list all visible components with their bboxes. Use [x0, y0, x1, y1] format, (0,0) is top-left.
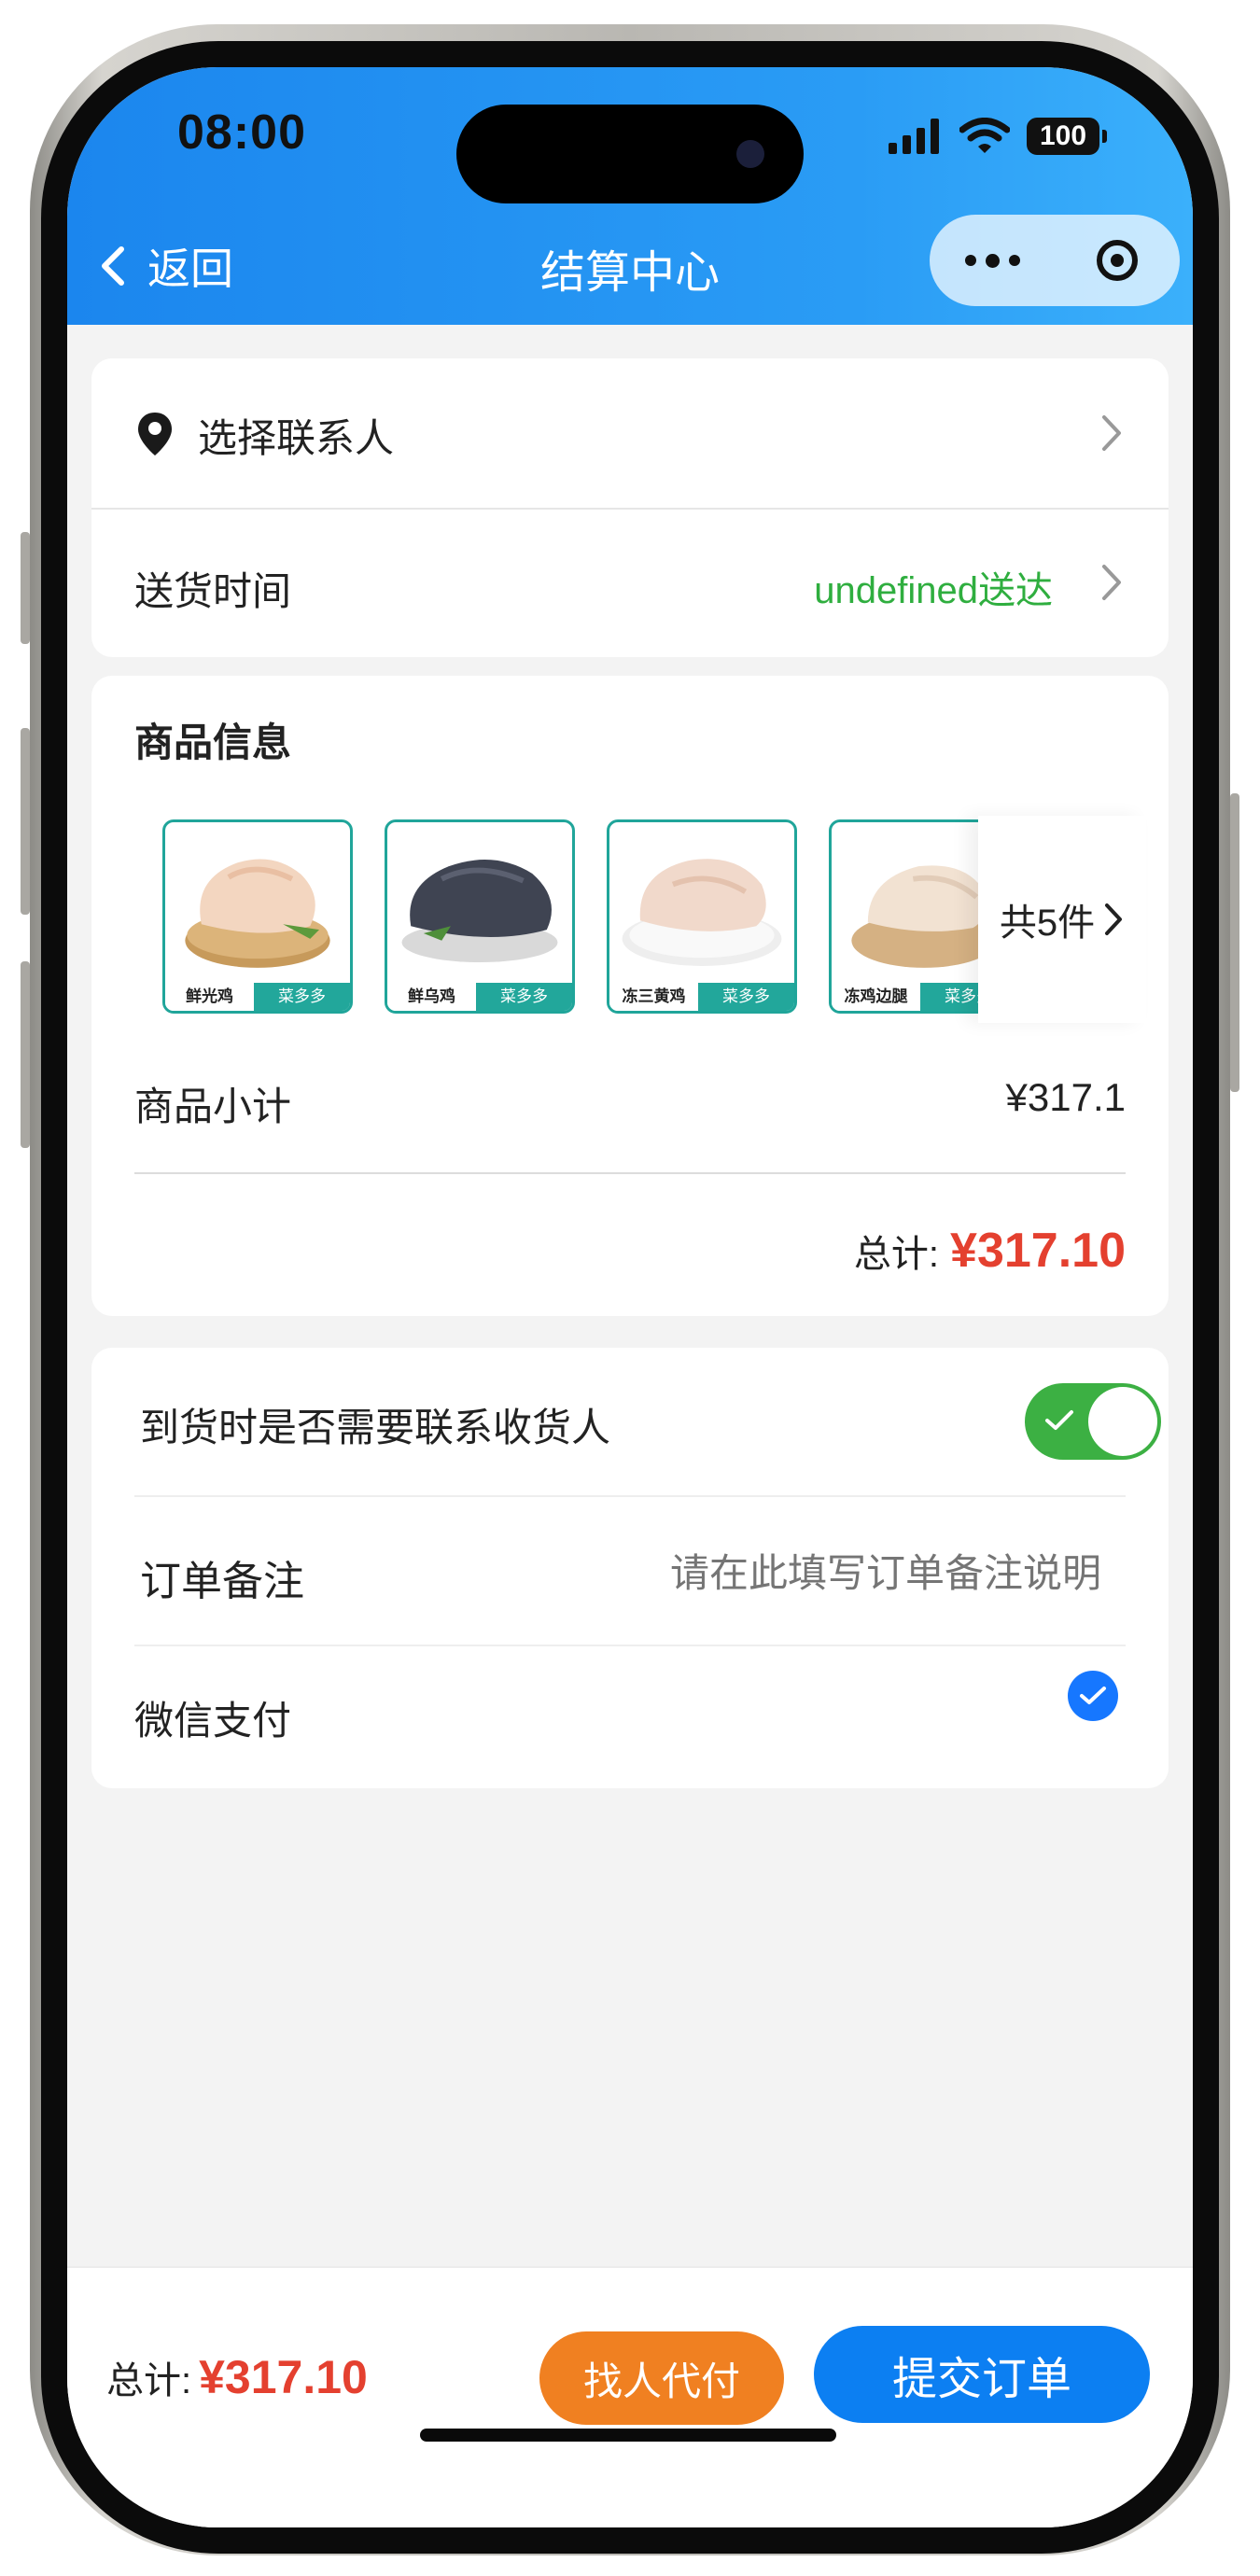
- product-image: [401, 860, 558, 963]
- toggle-knob: [1088, 1387, 1157, 1456]
- products-card: 商品信息 鲜光鸡 菜多多 鲜乌鸡 菜多多 冻三黄鸡 菜多多 冻鸡边腿 菜多多 共…: [91, 676, 1169, 1316]
- product-thumb[interactable]: 鲜乌鸡 菜多多: [385, 819, 575, 1014]
- divider: [134, 1172, 1126, 1174]
- product-image: [622, 859, 782, 966]
- order-total: 总计: ¥317.10: [854, 1223, 1126, 1279]
- volume-down-button: [21, 961, 30, 1148]
- product-name: 鲜光鸡: [165, 983, 255, 1011]
- divider: [134, 1495, 1126, 1497]
- wechat-pay-option[interactable]: 微信支付: [91, 1646, 1169, 1786]
- products-title: 商品信息: [134, 721, 292, 764]
- miniprogram-capsule: [930, 215, 1180, 306]
- footer-total-label: 总计:: [106, 2360, 192, 2401]
- location-pin-icon: [138, 413, 172, 455]
- contact-on-arrival-label: 到货时是否需要联系收货人: [140, 1406, 611, 1449]
- mute-switch: [21, 532, 30, 644]
- delivery-time-row[interactable]: 送货时间 undefined送达: [91, 510, 1169, 657]
- chevron-right-icon: [1105, 903, 1123, 935]
- product-brand: 菜多多: [698, 983, 794, 1011]
- product-label-strip: 鲜光鸡 菜多多: [165, 983, 350, 1011]
- delivery-time-label: 送货时间: [134, 569, 292, 613]
- select-contact-row[interactable]: 选择联系人: [91, 358, 1169, 508]
- wifi-icon: [959, 118, 1010, 153]
- product-label-strip: 冻三黄鸡 菜多多: [609, 983, 794, 1011]
- product-thumb[interactable]: 鲜光鸡 菜多多: [162, 819, 353, 1014]
- chevron-right-icon: [1102, 415, 1121, 451]
- home-indicator[interactable]: [420, 2429, 836, 2442]
- subtotal-value: ¥317.1: [1005, 1075, 1126, 1119]
- chevron-right-icon: [1102, 565, 1121, 600]
- product-brand: 菜多多: [254, 983, 350, 1011]
- volume-up-button: [21, 728, 30, 915]
- status-icons: 100: [889, 108, 1107, 164]
- product-thumb[interactable]: 冻三黄鸡 菜多多: [607, 819, 797, 1014]
- product-image: [185, 859, 330, 968]
- check-icon: [1045, 1410, 1073, 1430]
- signal-icon: [889, 119, 939, 154]
- order-remark-input[interactable]: [614, 1531, 1103, 1617]
- product-label-strip: 鲜乌鸡 菜多多: [387, 983, 572, 1011]
- close-miniprogram-icon: [1097, 240, 1138, 281]
- camera-icon: [736, 140, 764, 168]
- order-remark-label: 订单备注: [140, 1559, 304, 1604]
- product-brand: 菜多多: [476, 983, 572, 1011]
- battery-icon: 100: [1027, 118, 1107, 155]
- proxy-pay-button[interactable]: 找人代付: [539, 2331, 784, 2425]
- target-icon[interactable]: [1055, 215, 1180, 306]
- submit-order-button[interactable]: 提交订单: [814, 2326, 1150, 2423]
- power-button: [1230, 793, 1239, 1092]
- delivery-time-value: undefined送达: [814, 570, 1053, 611]
- header: 08:00 100 返回 结算中心: [67, 67, 1193, 325]
- product-count-label: 共5件: [999, 903, 1096, 944]
- payment-selected-check[interactable]: [1068, 1671, 1118, 1721]
- dynamic-island: [456, 105, 804, 203]
- contact-on-arrival-toggle[interactable]: [1025, 1383, 1161, 1460]
- order-options-card: 到货时是否需要联系收货人 订单备注 微信支付: [91, 1348, 1169, 1788]
- check-icon: [1080, 1687, 1106, 1704]
- product-name: 鲜乌鸡: [387, 983, 477, 1011]
- payment-method-label: 微信支付: [134, 1699, 292, 1743]
- status-time: 08:00: [177, 105, 306, 160]
- footer-total-value: ¥317.10: [199, 2351, 368, 2403]
- address-card: 选择联系人 送货时间 undefined送达: [91, 358, 1169, 657]
- footer-total: 总计: ¥317.10: [106, 2350, 368, 2404]
- select-contact-label: 选择联系人: [198, 416, 395, 460]
- total-label: 总计:: [853, 1234, 940, 1275]
- total-value: ¥317.10: [950, 1224, 1126, 1278]
- subtotal-label: 商品小计: [134, 1085, 292, 1128]
- app-screen: 08:00 100 返回 结算中心 选择联系人 送货时间 undefined送达…: [67, 67, 1193, 2527]
- product-name: 冻三黄鸡: [609, 983, 699, 1011]
- product-name: 冻鸡边腿: [832, 983, 921, 1011]
- view-all-products-button[interactable]: 共5件: [978, 816, 1146, 1023]
- checkout-bar: 总计: ¥317.10 找人代付 提交订单: [67, 2266, 1193, 2527]
- more-dots-icon[interactable]: [930, 215, 1055, 306]
